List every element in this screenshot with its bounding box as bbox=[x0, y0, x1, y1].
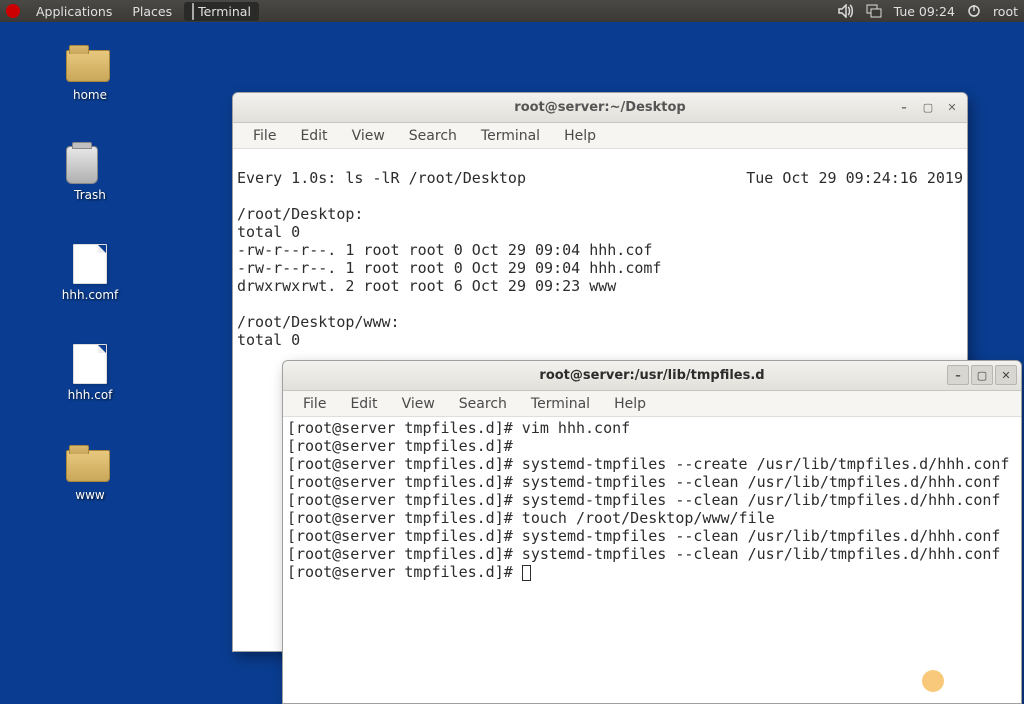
icon-label: www bbox=[75, 488, 104, 502]
taskbar-terminal[interactable]: Terminal bbox=[184, 2, 259, 21]
menu-help[interactable]: Help bbox=[604, 394, 656, 414]
desktop-icon-file-comf[interactable]: hhh.comf bbox=[50, 244, 130, 302]
maximize-button[interactable]: ▢ bbox=[971, 365, 993, 385]
menu-applications[interactable]: Applications bbox=[28, 2, 120, 21]
menu-file[interactable]: File bbox=[243, 126, 286, 146]
window-controls: – ▢ ✕ bbox=[947, 365, 1017, 385]
watermark-text: 创新互联 bbox=[950, 671, 1010, 692]
menu-view[interactable]: View bbox=[342, 126, 395, 146]
user-label[interactable]: root bbox=[993, 4, 1018, 19]
top-panel: Applications Places Terminal Tue 09:24 r… bbox=[0, 0, 1024, 22]
terminal-window-tmpfiles[interactable]: root@server:/usr/lib/tmpfiles.d – ▢ ✕ Fi… bbox=[282, 360, 1022, 704]
close-button[interactable]: ✕ bbox=[941, 97, 963, 117]
menubar: File Edit View Search Terminal Help bbox=[283, 391, 1021, 417]
icon-label: home bbox=[73, 88, 107, 102]
clock[interactable]: Tue 09:24 bbox=[894, 4, 955, 19]
distro-icon bbox=[6, 4, 20, 18]
panel-right: Tue 09:24 root bbox=[838, 4, 1018, 19]
menu-search[interactable]: Search bbox=[449, 394, 517, 414]
task-label: Terminal bbox=[198, 4, 251, 19]
titlebar[interactable]: root@server:/usr/lib/tmpfiles.d – ▢ ✕ bbox=[283, 361, 1021, 391]
window-title: root@server:/usr/lib/tmpfiles.d bbox=[539, 368, 764, 383]
close-button[interactable]: ✕ bbox=[995, 365, 1017, 385]
terminal-prompt: [root@server tmpfiles.d]# bbox=[287, 563, 522, 581]
menu-terminal[interactable]: Terminal bbox=[471, 126, 550, 146]
desktop-icon-home[interactable]: home bbox=[50, 44, 130, 102]
watermark: 创新互联 bbox=[922, 670, 1010, 692]
trash-icon bbox=[66, 146, 98, 184]
menu-terminal[interactable]: Terminal bbox=[521, 394, 600, 414]
volume-icon[interactable] bbox=[838, 4, 854, 18]
titlebar[interactable]: root@server:~/Desktop – ▢ ✕ bbox=[233, 93, 967, 123]
power-icon[interactable] bbox=[967, 4, 981, 18]
file-icon bbox=[73, 244, 107, 284]
menu-edit[interactable]: Edit bbox=[340, 394, 387, 414]
menu-help[interactable]: Help bbox=[554, 126, 606, 146]
menu-file[interactable]: File bbox=[293, 394, 336, 414]
menu-places[interactable]: Places bbox=[124, 2, 180, 21]
window-controls: – ▢ ✕ bbox=[893, 97, 963, 117]
terminal-text: [root@server tmpfiles.d]# vim hhh.conf [… bbox=[287, 419, 1009, 563]
icon-label: Trash bbox=[74, 188, 106, 202]
folder-icon bbox=[66, 450, 110, 482]
panel-left: Applications Places Terminal bbox=[6, 2, 259, 21]
desktop-icon-trash[interactable]: Trash bbox=[50, 144, 130, 202]
menubar: File Edit View Search Terminal Help bbox=[233, 123, 967, 149]
network-icon[interactable] bbox=[866, 4, 882, 18]
menu-view[interactable]: View bbox=[392, 394, 445, 414]
icon-label: hhh.cof bbox=[68, 388, 113, 402]
terminal-task-icon bbox=[192, 3, 194, 20]
watch-timestamp: Tue Oct 29 09:24:16 2019 bbox=[746, 169, 963, 187]
folder-icon bbox=[66, 50, 110, 82]
icon-label: hhh.comf bbox=[62, 288, 118, 302]
terminal-output[interactable]: [root@server tmpfiles.d]# vim hhh.conf [… bbox=[283, 417, 1021, 703]
menu-search[interactable]: Search bbox=[399, 126, 467, 146]
minimize-button[interactable]: – bbox=[947, 365, 969, 385]
watermark-icon bbox=[922, 670, 944, 692]
cursor-icon bbox=[522, 565, 531, 581]
desktop-icon-file-cof[interactable]: hhh.cof bbox=[50, 344, 130, 402]
window-title: root@server:~/Desktop bbox=[514, 100, 685, 115]
menu-edit[interactable]: Edit bbox=[290, 126, 337, 146]
terminal-text: /root/Desktop: total 0 -rw-r--r--. 1 roo… bbox=[237, 205, 661, 349]
watch-command: Every 1.0s: ls -lR /root/Desktop bbox=[237, 169, 526, 187]
minimize-button[interactable]: – bbox=[893, 97, 915, 117]
maximize-button[interactable]: ▢ bbox=[917, 97, 939, 117]
file-icon bbox=[73, 344, 107, 384]
desktop-icon-folder-www[interactable]: www bbox=[50, 444, 130, 502]
